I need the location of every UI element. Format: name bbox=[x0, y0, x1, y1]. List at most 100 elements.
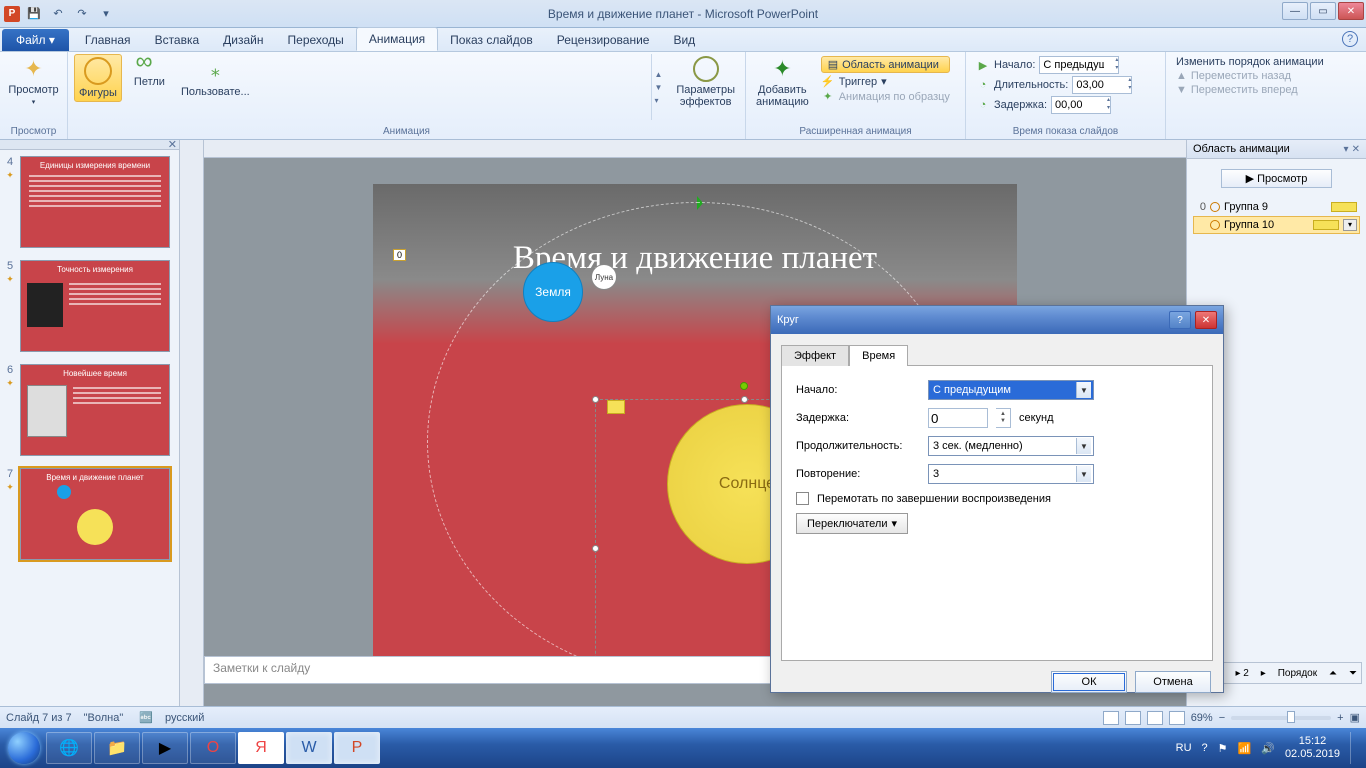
dialog-close-button[interactable]: ✕ bbox=[1195, 311, 1217, 329]
dlg-rewind-checkbox[interactable] bbox=[796, 492, 809, 505]
anim-shapes[interactable]: Фигуры bbox=[74, 54, 122, 102]
tab-home[interactable]: Главная bbox=[73, 29, 143, 51]
add-animation-button[interactable]: ✦ Добавить анимацию bbox=[752, 54, 813, 110]
thumbnails-close-icon[interactable]: ✕ bbox=[168, 140, 177, 151]
tab-review[interactable]: Рецензирование bbox=[545, 29, 662, 51]
dlg-delay-input[interactable] bbox=[928, 408, 988, 428]
chevron-down-icon[interactable]: ▼ bbox=[1076, 466, 1091, 482]
taskbar-media[interactable]: ▶ bbox=[142, 732, 188, 764]
thumbnail-6[interactable]: 6✦ Новейшее время bbox=[0, 358, 179, 462]
resize-handle-n[interactable] bbox=[741, 396, 748, 403]
start-dropdown[interactable] bbox=[1039, 56, 1119, 74]
resize-handle-w[interactable] bbox=[592, 545, 599, 552]
animation-item-1[interactable]: 0 Группа 9 bbox=[1193, 198, 1360, 216]
rotation-handle[interactable] bbox=[740, 382, 748, 390]
animation-tag-0[interactable]: 0 bbox=[393, 249, 406, 261]
taskbar-word[interactable]: W bbox=[286, 732, 332, 764]
gallery-scroll-up[interactable]: ▲ bbox=[654, 71, 662, 78]
zoom-thumb[interactable] bbox=[1287, 711, 1295, 723]
slideshow-view-button[interactable] bbox=[1169, 711, 1185, 725]
trigger-button[interactable]: ⚡Триггер ▾ bbox=[821, 75, 950, 88]
tab-animations[interactable]: Анимация bbox=[356, 27, 438, 51]
normal-view-button[interactable] bbox=[1103, 711, 1119, 725]
dlg-delay-spinner[interactable]: ▲▼ bbox=[996, 408, 1011, 428]
close-button[interactable]: ✕ bbox=[1338, 2, 1364, 20]
timing-bar[interactable] bbox=[1313, 220, 1339, 230]
reorder-label: Изменить порядок анимации bbox=[1176, 56, 1356, 68]
reorder-up-icon[interactable]: ⏶ bbox=[1329, 668, 1337, 679]
qat-save-icon[interactable]: 💾 bbox=[24, 4, 44, 24]
dlg-duration-label: Продолжительность: bbox=[796, 440, 920, 452]
dlg-duration-select[interactable]: 3 сек. (медленно)▼ bbox=[928, 436, 1094, 456]
reorder-down-icon[interactable]: ⏷ bbox=[1349, 668, 1357, 679]
preview-label: Просмотр bbox=[8, 84, 58, 96]
tray-volume-icon[interactable]: 🔊 bbox=[1261, 742, 1275, 755]
anim-loops[interactable]: Петли bbox=[130, 54, 169, 90]
tray-flag-icon[interactable]: ⚑ bbox=[1218, 742, 1228, 755]
tab-view[interactable]: Вид bbox=[661, 29, 707, 51]
tab-file[interactable]: Файл ▾ bbox=[2, 29, 69, 51]
dlg-start-select[interactable]: С предыдущим▼ bbox=[928, 380, 1094, 400]
tray-network-icon[interactable]: 📶 bbox=[1238, 742, 1252, 755]
help-icon[interactable]: ? bbox=[1342, 31, 1358, 47]
moon-shape[interactable]: Луна bbox=[591, 264, 617, 290]
zoom-slider[interactable] bbox=[1231, 716, 1331, 720]
resize-handle-nw[interactable] bbox=[592, 396, 599, 403]
preview-button[interactable]: ✦ Просмотр ▾ bbox=[6, 54, 61, 108]
thumbnail-4[interactable]: 4✦ Единицы измерения времени bbox=[0, 150, 179, 254]
animation-pane-menu-icon[interactable]: ▾ bbox=[1344, 144, 1349, 155]
tab-slideshow[interactable]: Показ слайдов bbox=[438, 29, 545, 51]
zoom-out-button[interactable]: − bbox=[1219, 712, 1225, 724]
tab-transitions[interactable]: Переходы bbox=[276, 29, 356, 51]
duration-spinner[interactable] bbox=[1072, 76, 1132, 94]
reading-view-button[interactable] bbox=[1147, 711, 1163, 725]
thumbnail-7[interactable]: 7✦ Время и движение планет bbox=[0, 462, 179, 566]
anim-custom[interactable]: ⁎ Пользовате... bbox=[177, 54, 254, 100]
tray-clock[interactable]: 15:12 02.05.2019 bbox=[1285, 735, 1340, 761]
minimize-button[interactable]: — bbox=[1282, 2, 1308, 20]
tray-language[interactable]: RU bbox=[1176, 742, 1192, 754]
tab-design[interactable]: Дизайн bbox=[211, 29, 275, 51]
dialog-help-button[interactable]: ? bbox=[1169, 311, 1191, 329]
dialog-ok-button[interactable]: ОК bbox=[1051, 671, 1127, 693]
timing-bar[interactable] bbox=[1331, 202, 1357, 212]
delay-spinner[interactable] bbox=[1051, 96, 1111, 114]
dlg-triggers-button[interactable]: Переключатели ▾ bbox=[796, 513, 908, 534]
taskbar-powerpoint[interactable]: P bbox=[334, 732, 380, 764]
qat-redo-icon[interactable]: ↷ bbox=[72, 4, 92, 24]
earth-shape[interactable]: Земля bbox=[523, 262, 583, 322]
taskbar-yandex[interactable]: Я bbox=[238, 732, 284, 764]
dialog-tab-effect[interactable]: Эффект bbox=[781, 345, 849, 366]
thumbnail-5[interactable]: 5✦ Точность измерения bbox=[0, 254, 179, 358]
animation-pane-toggle[interactable]: ▤ Область анимации bbox=[821, 56, 950, 73]
animation-item-2[interactable]: Группа 10 ▾ bbox=[1193, 216, 1360, 234]
restore-button[interactable]: ▭ bbox=[1310, 2, 1336, 20]
sorter-view-button[interactable] bbox=[1125, 711, 1141, 725]
chevron-down-icon[interactable]: ▼ bbox=[1076, 438, 1091, 454]
theme-name: "Волна" bbox=[84, 712, 124, 724]
dialog-cancel-button[interactable]: Отмена bbox=[1135, 671, 1211, 693]
taskbar-explorer[interactable]: 📁 bbox=[94, 732, 140, 764]
fit-to-window-button[interactable]: ▣ bbox=[1350, 711, 1360, 724]
language-indicator[interactable]: русский bbox=[165, 712, 204, 724]
taskbar-opera[interactable]: O bbox=[190, 732, 236, 764]
chevron-down-icon[interactable]: ▼ bbox=[1076, 382, 1091, 398]
dialog-tab-time[interactable]: Время bbox=[849, 345, 908, 366]
start-button[interactable] bbox=[4, 728, 44, 768]
effect-options-button[interactable]: Параметры эффектов bbox=[672, 54, 739, 110]
animation-pane-close-icon[interactable]: ✕ bbox=[1352, 144, 1360, 155]
dlg-repeat-select[interactable]: 3▼ bbox=[928, 464, 1094, 484]
gallery-more[interactable]: ▾ bbox=[654, 97, 662, 104]
qat-undo-icon[interactable]: ↶ bbox=[48, 4, 68, 24]
zoom-in-button[interactable]: + bbox=[1337, 712, 1343, 724]
tray-help-icon[interactable]: ? bbox=[1202, 742, 1208, 754]
reorder-label-footer: Порядок bbox=[1278, 668, 1317, 679]
animation-pane-play-button[interactable]: ▶ Просмотр bbox=[1221, 169, 1333, 188]
qat-customize-icon[interactable]: ▾ bbox=[96, 4, 116, 24]
animation-item-menu[interactable]: ▾ bbox=[1343, 219, 1357, 231]
zoom-level[interactable]: 69% bbox=[1191, 712, 1213, 724]
show-desktop-button[interactable] bbox=[1350, 732, 1358, 764]
dialog-titlebar[interactable]: Круг ? ✕ bbox=[771, 306, 1223, 334]
gallery-scroll-down[interactable]: ▼ bbox=[654, 84, 662, 91]
taskbar-ie[interactable]: 🌐 bbox=[46, 732, 92, 764]
